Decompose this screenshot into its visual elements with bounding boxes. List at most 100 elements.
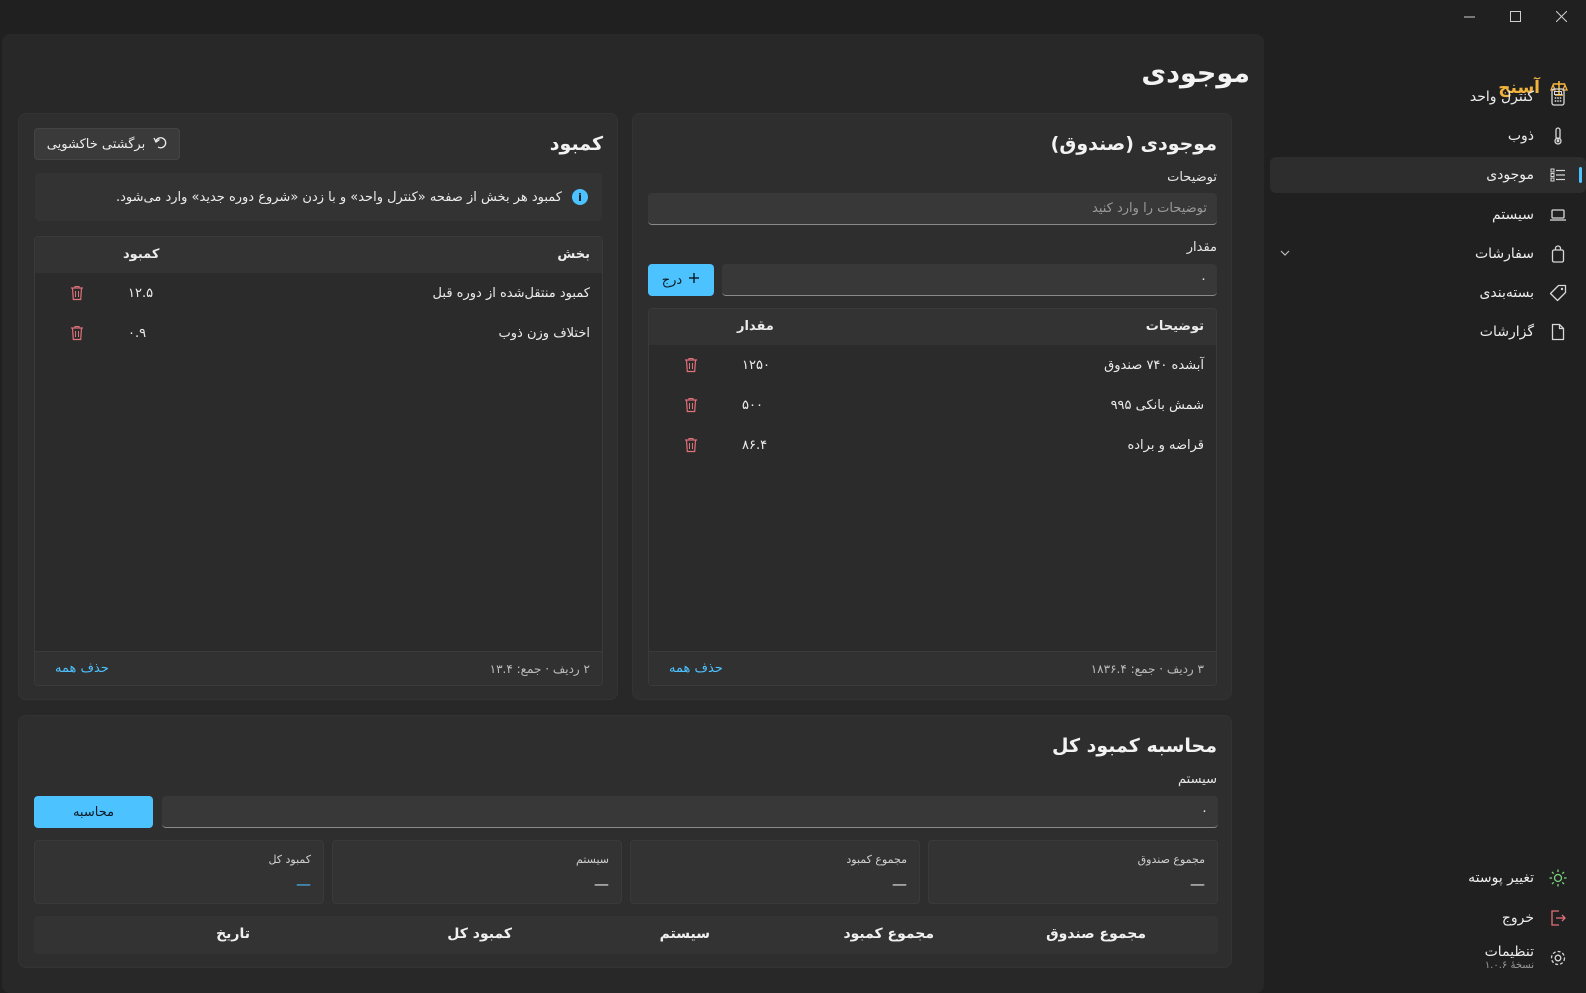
sidebar-item-logout[interactable]: خروج (1270, 900, 1586, 936)
stat-value: — (892, 875, 907, 893)
stat-label: کمبود کل (268, 853, 311, 866)
row-amount: ۸۶.۴ (742, 438, 768, 453)
sidebar-item-unit-control[interactable]: کنترل واحد (1270, 79, 1586, 115)
table-row[interactable]: شمش بانکی ۹۹۵ ۵۰۰ (649, 385, 1216, 425)
stat-label: مجموع کمبود (846, 853, 907, 866)
row-amount: ۵۰۰ (742, 398, 763, 413)
stats-row: مجموع صندوق — مجموع کمبود — سیستم — کمبو… (34, 840, 1218, 904)
sidebar-item-label: کنترل واحد (1469, 89, 1534, 105)
sidebar-item-orders[interactable]: سفارشات (1270, 236, 1586, 272)
sidebar-item-theme[interactable]: تغییر پوسته (1270, 860, 1586, 896)
sidebar-item-system[interactable]: سیستم (1270, 197, 1586, 233)
trash-icon[interactable] (70, 325, 84, 341)
delete-all-link[interactable]: حذف همه (55, 661, 109, 676)
sidebar-item-label: گزارشات (1479, 324, 1534, 340)
main-content: موجودی موجودی (صندوق) توضیحات توضیحات را… (2, 34, 1264, 993)
stat-system: سیستم — (332, 840, 622, 904)
table-header: توضیحات مقدار (649, 309, 1216, 345)
version-label: نسخهٔ ۱.۰.۶ (1484, 960, 1534, 972)
sidebar-item-label: سیستم (1492, 207, 1534, 223)
insert-button[interactable]: درج (648, 264, 714, 296)
trash-icon[interactable] (684, 437, 698, 453)
amount-label: مقدار (1186, 240, 1217, 255)
stat-value: — (296, 875, 311, 893)
gear-icon (1548, 948, 1568, 968)
sidebar-item-label: ذوب (1507, 128, 1534, 144)
stat-deficit-total: مجموع کمبود — (630, 840, 920, 904)
table-row[interactable]: قراضه و براده ۸۶.۴ (649, 425, 1216, 465)
column-header-date: تاریخ (216, 926, 250, 942)
amount-input[interactable]: ۰ (722, 264, 1217, 296)
table-summary: ۳ ردیف · جمع: ۱۸۳۶.۴ (1090, 662, 1204, 676)
laptop-icon (1548, 205, 1568, 225)
table-footer: ۳ ردیف · جمع: ۱۸۳۶.۴ حذف همه (649, 651, 1216, 685)
sidebar-item-label: خروج (1501, 910, 1534, 926)
sidebar-item-label: موجودی (1486, 167, 1534, 183)
restore-button[interactable]: برگشتی خاکشویی (34, 128, 180, 160)
box-inventory-card: موجودی (صندوق) توضیحات توضیحات را وارد ک… (632, 113, 1232, 700)
title-bar (0, 0, 1586, 32)
row-description: شمش بانکی ۹۹۵ (1110, 398, 1204, 413)
column-header-description: توضیحات (1145, 319, 1204, 334)
deficit-card: کمبود برگشتی خاکشویی i کمبود هر بخش از ص… (18, 113, 618, 700)
row-description: آبشده ۷۴۰ صندوق (1104, 358, 1204, 373)
trash-icon[interactable] (684, 357, 698, 373)
sidebar-item-melt[interactable]: ذوب (1270, 118, 1586, 154)
info-icon: i (572, 189, 588, 205)
column-header-deficit-total: مجموع کمبود (843, 926, 934, 942)
row-deficit: ۰.۹ (128, 326, 147, 341)
page-title: موجودی (1141, 58, 1250, 89)
close-button[interactable] (1538, 0, 1584, 32)
table-row[interactable]: کمبود منتقل‌شده از دوره قبل ۱۲.۵ (35, 273, 602, 313)
maximize-icon (1509, 10, 1521, 22)
sidebar-item-reports[interactable]: گزارشات (1270, 314, 1586, 350)
system-value: ۰ (1201, 804, 1208, 819)
table-header: بخش کمبود (35, 237, 602, 273)
restore-label: برگشتی خاکشویی (46, 136, 146, 152)
sun-icon (1548, 868, 1568, 888)
description-placeholder: توضیحات را وارد کنید (1092, 201, 1207, 216)
column-header-system: سیستم (659, 926, 710, 942)
table-row[interactable]: آبشده ۷۴۰ صندوق ۱۲۵۰ (649, 345, 1216, 385)
document-icon (1548, 322, 1568, 342)
thermometer-icon (1548, 126, 1568, 146)
system-input[interactable]: ۰ (162, 796, 1218, 828)
chevron-down-icon[interactable] (1280, 246, 1290, 259)
stat-label: مجموع صندوق (1137, 853, 1205, 866)
delete-all-link[interactable]: حذف همه (669, 661, 723, 676)
description-input[interactable]: توضیحات را وارد کنید (648, 193, 1217, 225)
maximize-button[interactable] (1492, 0, 1538, 32)
column-header-amount: مقدار (737, 319, 774, 334)
trash-icon[interactable] (70, 285, 84, 301)
row-section: اختلاف وزن ذوب (498, 326, 590, 341)
row-amount: ۱۲۵۰ (742, 358, 770, 373)
sidebar-item-inventory[interactable]: موجودی (1270, 157, 1586, 193)
sidebar-item-packaging[interactable]: بسته‌بندی (1270, 275, 1586, 311)
bag-icon (1548, 244, 1568, 264)
trash-icon[interactable] (684, 397, 698, 413)
sidebar-item-label: تغییر پوسته (1468, 870, 1534, 886)
system-label: سیستم (1178, 772, 1217, 787)
stat-total-deficit: کمبود کل — (34, 840, 324, 904)
history-table-header: مجموع صندوق مجموع کمبود سیستم کمبود کل ت… (34, 916, 1218, 954)
minimize-button[interactable] (1446, 0, 1492, 32)
info-bar: i کمبود هر بخش از صفحه «کنترل واحد» و با… (35, 173, 602, 221)
stat-value: — (1190, 875, 1205, 893)
logout-icon (1548, 908, 1568, 928)
table-row[interactable]: اختلاف وزن ذوب ۰.۹ (35, 313, 602, 353)
total-deficit-card: محاسبه کمبود کل سیستم ۰ محاسبه مجموع صند… (18, 715, 1232, 968)
table-summary: ۲ ردیف · جمع: ۱۳.۴ (489, 662, 590, 676)
row-section: کمبود منتقل‌شده از دوره قبل (432, 286, 590, 301)
row-description: قراضه و براده (1127, 438, 1204, 453)
calc-card-title: محاسبه کمبود کل (1052, 735, 1217, 757)
sidebar-item-settings[interactable]: تنظیمات نسخهٔ ۱.۰.۶ (1270, 937, 1586, 979)
undo-icon (153, 135, 167, 153)
column-header-box-total: مجموع صندوق (1046, 926, 1146, 942)
close-icon (1555, 10, 1567, 22)
stat-box-total: مجموع صندوق — (928, 840, 1218, 904)
calculate-button[interactable]: محاسبه (34, 796, 153, 828)
sidebar-item-label: بسته‌بندی (1479, 285, 1534, 301)
box-table: توضیحات مقدار آبشده ۷۴۰ صندوق ۱۲۵۰ شمش ب… (648, 308, 1217, 686)
description-label: توضیحات (1167, 170, 1217, 185)
sidebar-item-label: سفارشات (1474, 246, 1534, 262)
